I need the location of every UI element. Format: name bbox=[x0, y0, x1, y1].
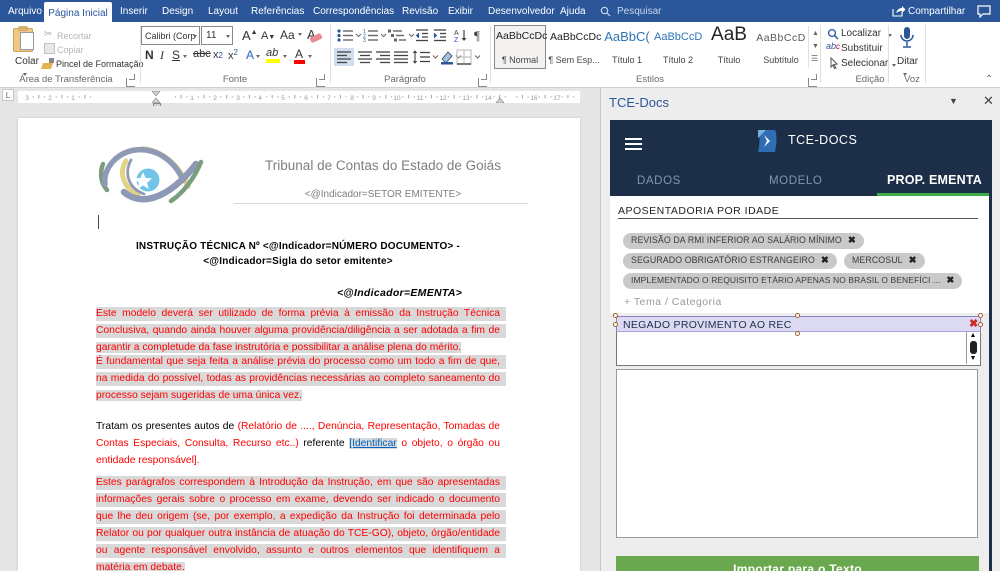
svg-text:A: A bbox=[454, 30, 459, 37]
svg-text:9: 9 bbox=[372, 95, 376, 102]
svg-text:¶: ¶ bbox=[474, 28, 480, 42]
svg-text:10: 10 bbox=[393, 95, 401, 102]
svg-text:16: 16 bbox=[530, 95, 538, 102]
svg-text:5: 5 bbox=[281, 95, 285, 102]
svg-text:3: 3 bbox=[25, 95, 29, 102]
svg-text:7: 7 bbox=[327, 95, 331, 102]
svg-text:Z: Z bbox=[454, 37, 459, 42]
svg-text:14: 14 bbox=[484, 95, 492, 102]
svg-text:3: 3 bbox=[236, 95, 240, 102]
svg-text:12: 12 bbox=[439, 95, 447, 102]
svg-text:2: 2 bbox=[48, 95, 52, 102]
svg-text:11: 11 bbox=[417, 95, 424, 102]
svg-text:13: 13 bbox=[462, 95, 470, 102]
svg-text:3: 3 bbox=[363, 38, 366, 42]
svg-text:1: 1 bbox=[71, 95, 75, 102]
svg-text:2: 2 bbox=[213, 95, 217, 102]
svg-text:1: 1 bbox=[190, 95, 194, 102]
svg-text:8: 8 bbox=[350, 95, 354, 102]
svg-text:17: 17 bbox=[553, 95, 561, 102]
svg-text:4: 4 bbox=[258, 95, 262, 102]
svg-text:6: 6 bbox=[304, 95, 308, 102]
